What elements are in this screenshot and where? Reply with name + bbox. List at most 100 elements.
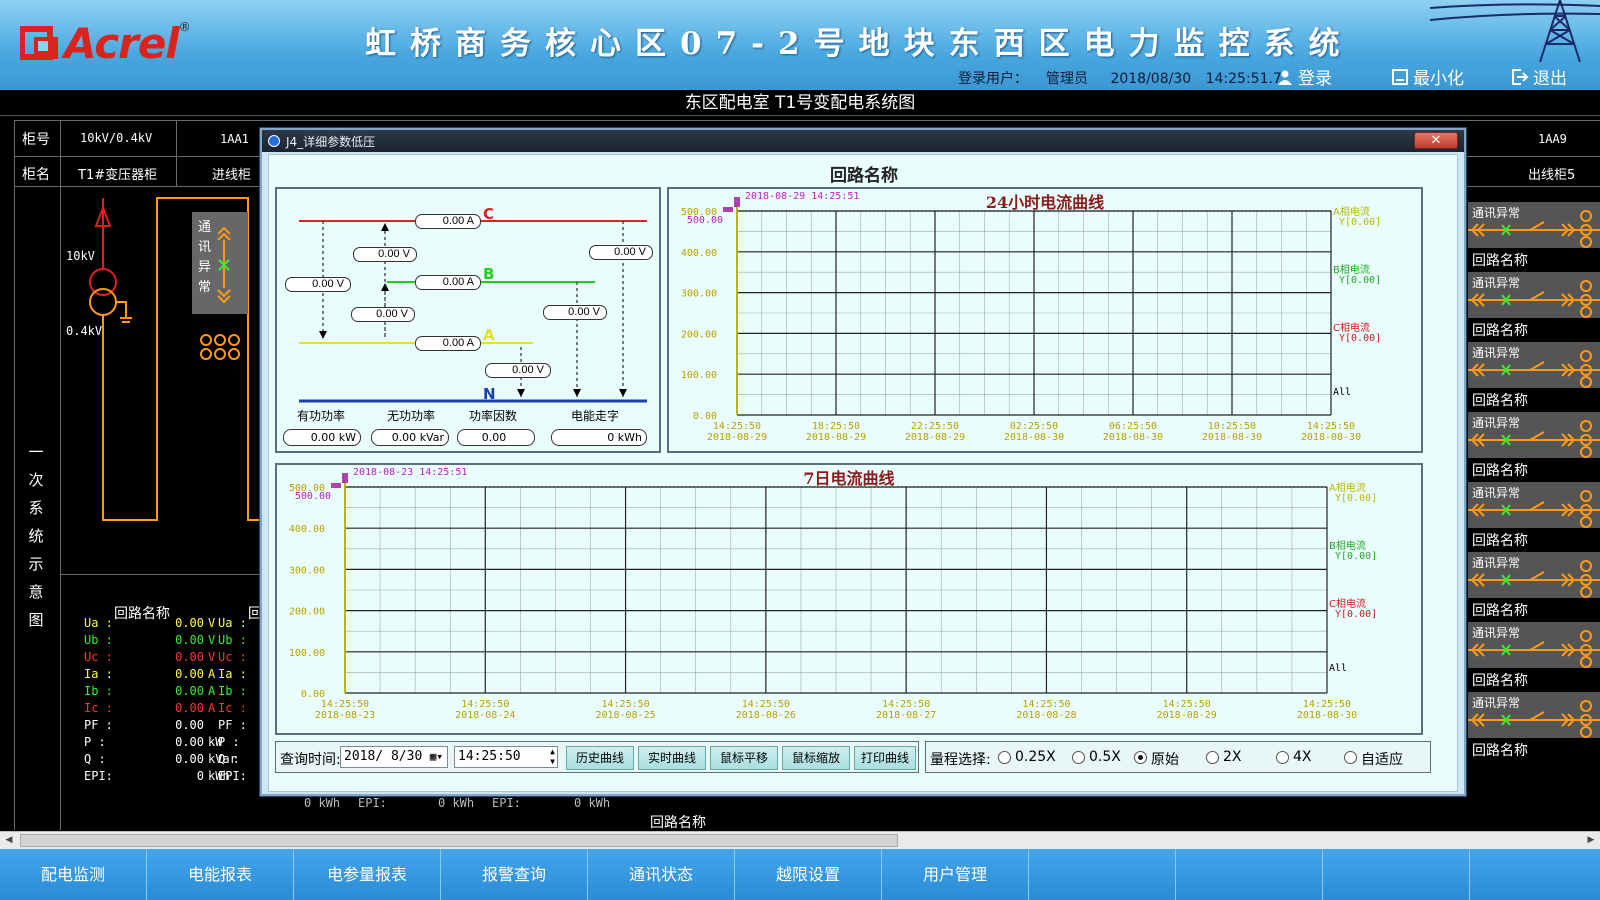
- close-button[interactable]: ✕: [1414, 132, 1458, 149]
- x-tick-date: 2018-08-27: [876, 710, 936, 721]
- voltage-an-box: 0.00 V: [589, 245, 653, 260]
- feeder-item[interactable]: 通讯异常 回路名称: [1468, 202, 1600, 272]
- x-tick-time: 02:25:50: [1010, 421, 1058, 432]
- nav-item[interactable]: [1470, 849, 1600, 900]
- app-header: Acrel ® 虹桥商务核心区07-2号地块东西区电力监控系统 登录用户： 管理员…: [0, 0, 1600, 90]
- measurement-label-2: Ib :: [218, 684, 247, 698]
- feeder-item[interactable]: 通讯异常 回路名称: [1468, 622, 1600, 692]
- feeder-item[interactable]: 通讯异常 回路名称: [1468, 482, 1600, 552]
- unit: kW: [338, 431, 356, 444]
- x-tick-time: 14:25:50: [321, 699, 369, 710]
- phase-diagram-panel: C B A N 0.00 A 0.00 A 0.00 A 0.00 V 0.00…: [275, 187, 661, 453]
- feeder-circuit-name: 回路名称: [1472, 323, 1528, 339]
- scroll-left-icon[interactable]: ◀: [2, 834, 16, 847]
- range-option-label[interactable]: 自适应: [1361, 749, 1403, 769]
- minimize-button[interactable]: 最小化: [1392, 64, 1464, 89]
- date-picker[interactable]: 2018/ 8/30 ▦▾: [340, 746, 448, 768]
- chart-24h[interactable]: 500.00400.00300.00200.00100.000.002018-0…: [669, 189, 1421, 451]
- nav-item[interactable]: 越限设置: [735, 849, 882, 900]
- lv-voltage-label: 0.4kV: [66, 324, 103, 338]
- calendar-icon[interactable]: ▦▾: [430, 747, 443, 767]
- nav-item[interactable]: 配电监测: [0, 849, 147, 900]
- measurement-value: 0.00: [175, 650, 204, 664]
- nav-item[interactable]: [1176, 849, 1323, 900]
- measurement-label: Ib :: [84, 684, 113, 698]
- query-controls: 查询时间: 2018/ 8/30 ▦▾ 14:25:50 ▲ ▼ 历史曲线 实时曲…: [275, 741, 919, 773]
- feeder-switch-symbol: [1468, 560, 1600, 598]
- print-curve-button[interactable]: 打印曲线: [854, 746, 916, 770]
- measurement-row: Ia : 0.00 A: [84, 667, 215, 681]
- measurement-unit: V: [208, 650, 216, 664]
- energy-box: 0 kWh: [551, 429, 647, 446]
- range-option-label[interactable]: 4X: [1293, 749, 1312, 765]
- nav-item[interactable]: [1029, 849, 1176, 900]
- chart-7d[interactable]: 500.00400.00300.00200.00100.000.002018-0…: [277, 465, 1421, 733]
- measurement-unit: A: [208, 667, 216, 681]
- epi-value: 0 kWh: [574, 796, 611, 810]
- reactive-power-box: 0.00 kVar: [371, 429, 449, 446]
- login-user-label: 登录用户：: [958, 71, 1028, 87]
- grid-line: [60, 574, 260, 575]
- range-radio[interactable]: [1276, 751, 1289, 764]
- unit: kVar: [419, 431, 444, 444]
- range-radio[interactable]: [998, 751, 1011, 764]
- range-radio[interactable]: [1344, 751, 1357, 764]
- x-tick-time: 14:25:50: [1163, 699, 1211, 710]
- exit-button-label: 退出: [1533, 69, 1567, 89]
- row-label-cabinet-name: 柜名: [22, 167, 50, 183]
- measurement-row: Ic : 0.00 A: [84, 701, 215, 715]
- range-option-label[interactable]: 0.25X: [1015, 749, 1056, 765]
- range-radio[interactable]: [1206, 751, 1219, 764]
- mouse-zoom-button[interactable]: 鼠标缩放: [782, 746, 850, 770]
- mouse-pan-button[interactable]: 鼠标平移: [710, 746, 778, 770]
- measurement-value: 0.00: [175, 684, 204, 698]
- range-option-label[interactable]: 0.5X: [1089, 749, 1121, 765]
- dialog-titlebar[interactable]: J4_详细参数低压 ✕: [262, 130, 1464, 152]
- legend-series-value: Y[0.00]: [1335, 609, 1377, 620]
- feeder-switch-symbol: [1468, 350, 1600, 388]
- nav-item[interactable]: 通讯状态: [588, 849, 735, 900]
- scrollbar-thumb[interactable]: [20, 834, 898, 847]
- feeder-item[interactable]: 通讯异常 回路名称: [1468, 412, 1600, 482]
- feeder-item[interactable]: 通讯异常 回路名称: [1468, 342, 1600, 412]
- nav-item[interactable]: [1323, 849, 1470, 900]
- history-curve-button[interactable]: 历史曲线: [566, 746, 634, 770]
- feeder-item[interactable]: 通讯异常 回路名称: [1468, 272, 1600, 342]
- feeder-item[interactable]: 通讯异常 回路名称: [1468, 552, 1600, 622]
- bottom-navigation: 配电监测 电能报表 电参量报表 报警查询 通讯状态 越限设置 用户管理: [0, 849, 1600, 900]
- legend-series-value: Y[0.00]: [1339, 217, 1381, 228]
- measurement-unit: A: [208, 684, 216, 698]
- measurement-label-2: PF :: [218, 718, 247, 732]
- feeder-circuit-name: 回路名称: [1472, 253, 1528, 269]
- cursor-time-label: 2018-08-23 14:25:51: [353, 467, 467, 478]
- feeder-circuit-name: 回路名称: [1472, 743, 1528, 759]
- feeder-item[interactable]: 通讯异常 回路名称: [1468, 692, 1600, 762]
- voltage-ca-box: 0.00 V: [353, 247, 417, 262]
- horizontal-scrollbar[interactable]: ◀ ▶: [0, 831, 1600, 849]
- y-tick-label: 300.00: [681, 289, 717, 300]
- measurement-label: Ia :: [84, 667, 113, 681]
- scroll-right-icon[interactable]: ▶: [1584, 834, 1598, 847]
- range-radio[interactable]: [1134, 751, 1147, 764]
- transformer-cabinet-no: 10kV/0.4kV: [80, 131, 153, 145]
- measurement-label-2: EPI:: [218, 769, 247, 783]
- nav-item[interactable]: 报警查询: [441, 849, 588, 900]
- nav-item[interactable]: 电参量报表: [294, 849, 441, 900]
- current-c-box: 0.00 A: [415, 214, 481, 229]
- x-tick-date: 2018-08-29: [806, 432, 866, 443]
- nav-item[interactable]: 用户管理: [882, 849, 1029, 900]
- spinner-icon[interactable]: ▲ ▼: [550, 747, 555, 767]
- range-option-label[interactable]: 2X: [1223, 749, 1242, 765]
- measurement-row: P :0.00 kW: [84, 735, 222, 749]
- range-radio[interactable]: [1072, 751, 1085, 764]
- exit-button[interactable]: 退出: [1512, 64, 1567, 89]
- feeder-circuit-name: 回路名称: [1472, 463, 1528, 479]
- range-option-label[interactable]: 原始: [1151, 749, 1179, 769]
- current-a-box: 0.00 A: [415, 336, 481, 351]
- login-button[interactable]: 登录: [1277, 64, 1332, 89]
- measurement-label-2: Q :: [218, 752, 240, 766]
- realtime-curve-button[interactable]: 实时曲线: [638, 746, 706, 770]
- nav-item[interactable]: 电能报表: [147, 849, 294, 900]
- time-picker[interactable]: 14:25:50 ▲ ▼: [454, 746, 558, 768]
- measurement-label: P :: [84, 735, 106, 749]
